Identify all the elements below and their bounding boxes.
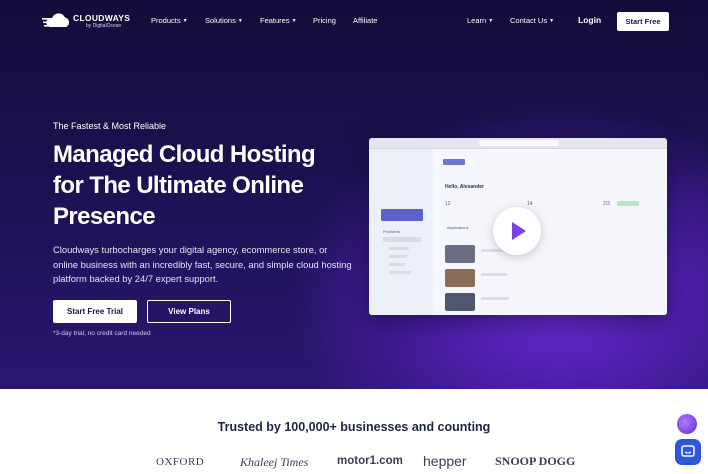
mock-app-row bbox=[481, 297, 509, 300]
trusted-heading: Trusted by 100,000+ businesses and count… bbox=[217, 420, 491, 434]
mock-status-badge bbox=[617, 201, 639, 206]
mock-app-selector bbox=[381, 209, 423, 221]
mock-applications-label: Applications bbox=[447, 225, 469, 230]
trial-note: *3-day trial, no credit card needed bbox=[53, 330, 151, 337]
mock-provider-row bbox=[389, 271, 411, 274]
cloud-logo-icon bbox=[42, 13, 70, 27]
nav-item-label: Pricing bbox=[313, 16, 336, 25]
nav-item-label: Solutions bbox=[205, 16, 236, 25]
chat-button[interactable] bbox=[675, 439, 701, 465]
mock-dashboard: Hello, Alexander 12 14 2/3 Applications bbox=[433, 149, 667, 315]
nav-item-label: Features bbox=[260, 16, 290, 25]
chevron-down-icon: ▼ bbox=[291, 18, 297, 24]
chevron-down-icon: ▼ bbox=[182, 18, 188, 24]
mock-provider-row bbox=[389, 255, 407, 258]
mock-provider-row bbox=[389, 247, 409, 250]
nav-item-label: Products bbox=[151, 16, 181, 25]
mock-sidebar: Providers bbox=[369, 149, 433, 315]
mock-logo bbox=[443, 159, 465, 165]
hero-description: Cloudways turbocharges your digital agen… bbox=[53, 244, 352, 284]
oxford-logo: OXFORD bbox=[156, 456, 205, 468]
mock-stat: 2/3 bbox=[603, 201, 610, 207]
play-video-button[interactable] bbox=[493, 207, 541, 255]
hepper-logo: hepper bbox=[423, 453, 467, 469]
headline-line: Presence bbox=[53, 203, 156, 230]
headline-line: Managed Cloud Hosting bbox=[53, 141, 316, 168]
login-link[interactable]: Login bbox=[578, 15, 601, 25]
mock-provider-row bbox=[389, 263, 405, 266]
chevron-down-icon: ▼ bbox=[549, 18, 555, 24]
start-free-trial-button[interactable]: Start Free Trial bbox=[53, 300, 137, 323]
nav-item-affiliate[interactable]: Affiliate bbox=[353, 16, 377, 25]
cloudways-logo[interactable]: CLOUDWAYS by DigitalOcean bbox=[42, 12, 134, 32]
play-icon bbox=[512, 222, 526, 240]
mock-greeting: Hello, Alexander bbox=[445, 184, 484, 190]
view-plans-button[interactable]: View Plans bbox=[147, 300, 231, 323]
mock-app-row bbox=[481, 273, 507, 276]
nav-item-label: Learn bbox=[467, 16, 487, 25]
motor1-logo: motor1.com bbox=[337, 455, 403, 467]
top-nav: CLOUDWAYS by DigitalOcean Products ▼ Solu… bbox=[0, 0, 708, 42]
mock-app-thumbnail bbox=[445, 245, 475, 263]
mock-providers-label: Providers bbox=[383, 229, 400, 234]
mock-stat: 12 bbox=[445, 201, 451, 207]
nav-item-label: Contact Us bbox=[510, 16, 548, 25]
mock-browser-bar bbox=[369, 138, 667, 149]
mock-stat: 14 bbox=[527, 201, 533, 207]
nav-item-features[interactable]: Features ▼ bbox=[260, 16, 297, 25]
nav-item-solutions[interactable]: Solutions ▼ bbox=[205, 16, 243, 25]
nav-item-contact[interactable]: Contact Us ▼ bbox=[510, 16, 554, 25]
chevron-down-icon: ▼ bbox=[488, 18, 494, 24]
khaleej-times-logo: Khaleej Times bbox=[240, 455, 309, 469]
mock-provider-row bbox=[383, 237, 421, 242]
start-free-button[interactable]: Start Free bbox=[617, 12, 669, 31]
hero-section: CLOUDWAYS by DigitalOcean Products ▼ Solu… bbox=[0, 0, 708, 389]
nav-item-products[interactable]: Products ▼ bbox=[151, 16, 188, 25]
headline-line: for The Ultimate Online bbox=[53, 172, 304, 199]
ai-assistant-button[interactable] bbox=[677, 414, 697, 434]
chevron-down-icon: ▼ bbox=[237, 18, 243, 24]
snoop-dogg-logo: SNOOP DOGG bbox=[495, 454, 576, 468]
client-logos: OXFORD Khaleej Times motor1.com hepper S… bbox=[0, 450, 708, 474]
mock-app-thumbnail bbox=[445, 293, 475, 311]
logo-subtitle: by DigitalOcean bbox=[86, 23, 122, 29]
nav-item-label: Affiliate bbox=[353, 16, 378, 25]
logo-name: CLOUDWAYS bbox=[73, 13, 131, 23]
hero-headline: Managed Cloud Hosting for The Ultimate O… bbox=[53, 139, 353, 232]
mock-app-thumbnail bbox=[445, 269, 475, 287]
chat-icon bbox=[681, 445, 695, 457]
mock-url-bar bbox=[479, 140, 559, 146]
hero-kicker: The Fastest & Most Reliable bbox=[53, 121, 167, 131]
nav-item-learn[interactable]: Learn ▼ bbox=[467, 16, 493, 25]
nav-item-pricing[interactable]: Pricing bbox=[313, 16, 336, 25]
